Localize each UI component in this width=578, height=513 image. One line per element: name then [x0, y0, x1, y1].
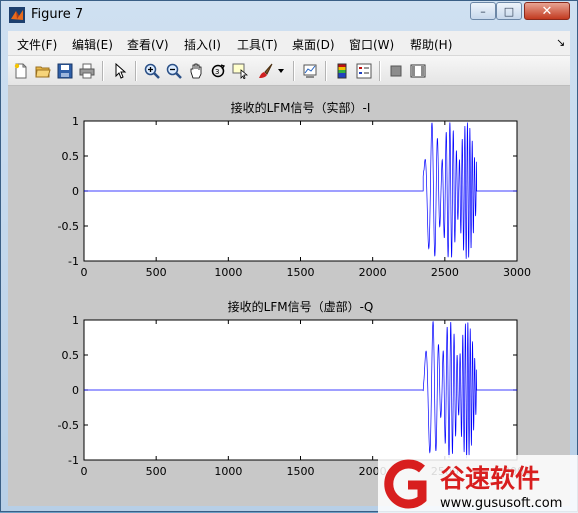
x-tick-label: 2000 — [359, 266, 387, 279]
y-tick-label: 0.5 — [62, 150, 80, 163]
y-tick-label: 0.5 — [62, 349, 80, 362]
watermark-logo: 谷速软件 www.gususoft.com — [378, 455, 578, 513]
y-tick-label: 1 — [72, 314, 79, 327]
chart-title-2: 接收的LFM信号（虚部）-Q — [228, 299, 374, 314]
x-tick-label: 1000 — [214, 465, 242, 478]
y-tick-label: 1 — [72, 115, 79, 128]
x-tick-label: 0 — [81, 266, 88, 279]
x-tick-label: 1000 — [214, 266, 242, 279]
x-tick-label: 1500 — [287, 266, 315, 279]
y-tick-label: -1 — [68, 454, 79, 467]
y-tick-label: 0 — [72, 384, 79, 397]
x-tick-label: 500 — [146, 465, 167, 478]
watermark-brand: 谷速软件 — [440, 464, 540, 493]
x-tick-label: 1500 — [287, 465, 315, 478]
figure-window: Figure 7 – □ ✕ 文件(F) 编辑(E) 查看(V) 插入(I) 工… — [0, 0, 578, 513]
watermark-url: www.gususoft.com — [440, 496, 562, 511]
y-tick-label: -0.5 — [58, 220, 79, 233]
y-tick-label: 0 — [72, 185, 79, 198]
chart-title-1: 接收的LFM信号（实部）-I — [231, 100, 371, 115]
x-tick-label: 2500 — [431, 266, 459, 279]
y-tick-label: -1 — [68, 255, 79, 268]
plots-svg: 接收的LFM信号（实部）-I0 500 1000 1500 2000 2500 300010… — [58, 100, 531, 478]
x-tick-label: 500 — [146, 266, 167, 279]
y-tick-label: -0.5 — [58, 419, 79, 432]
x-tick-label: 0 — [81, 465, 88, 478]
x-tick-label: 3000 — [503, 266, 531, 279]
